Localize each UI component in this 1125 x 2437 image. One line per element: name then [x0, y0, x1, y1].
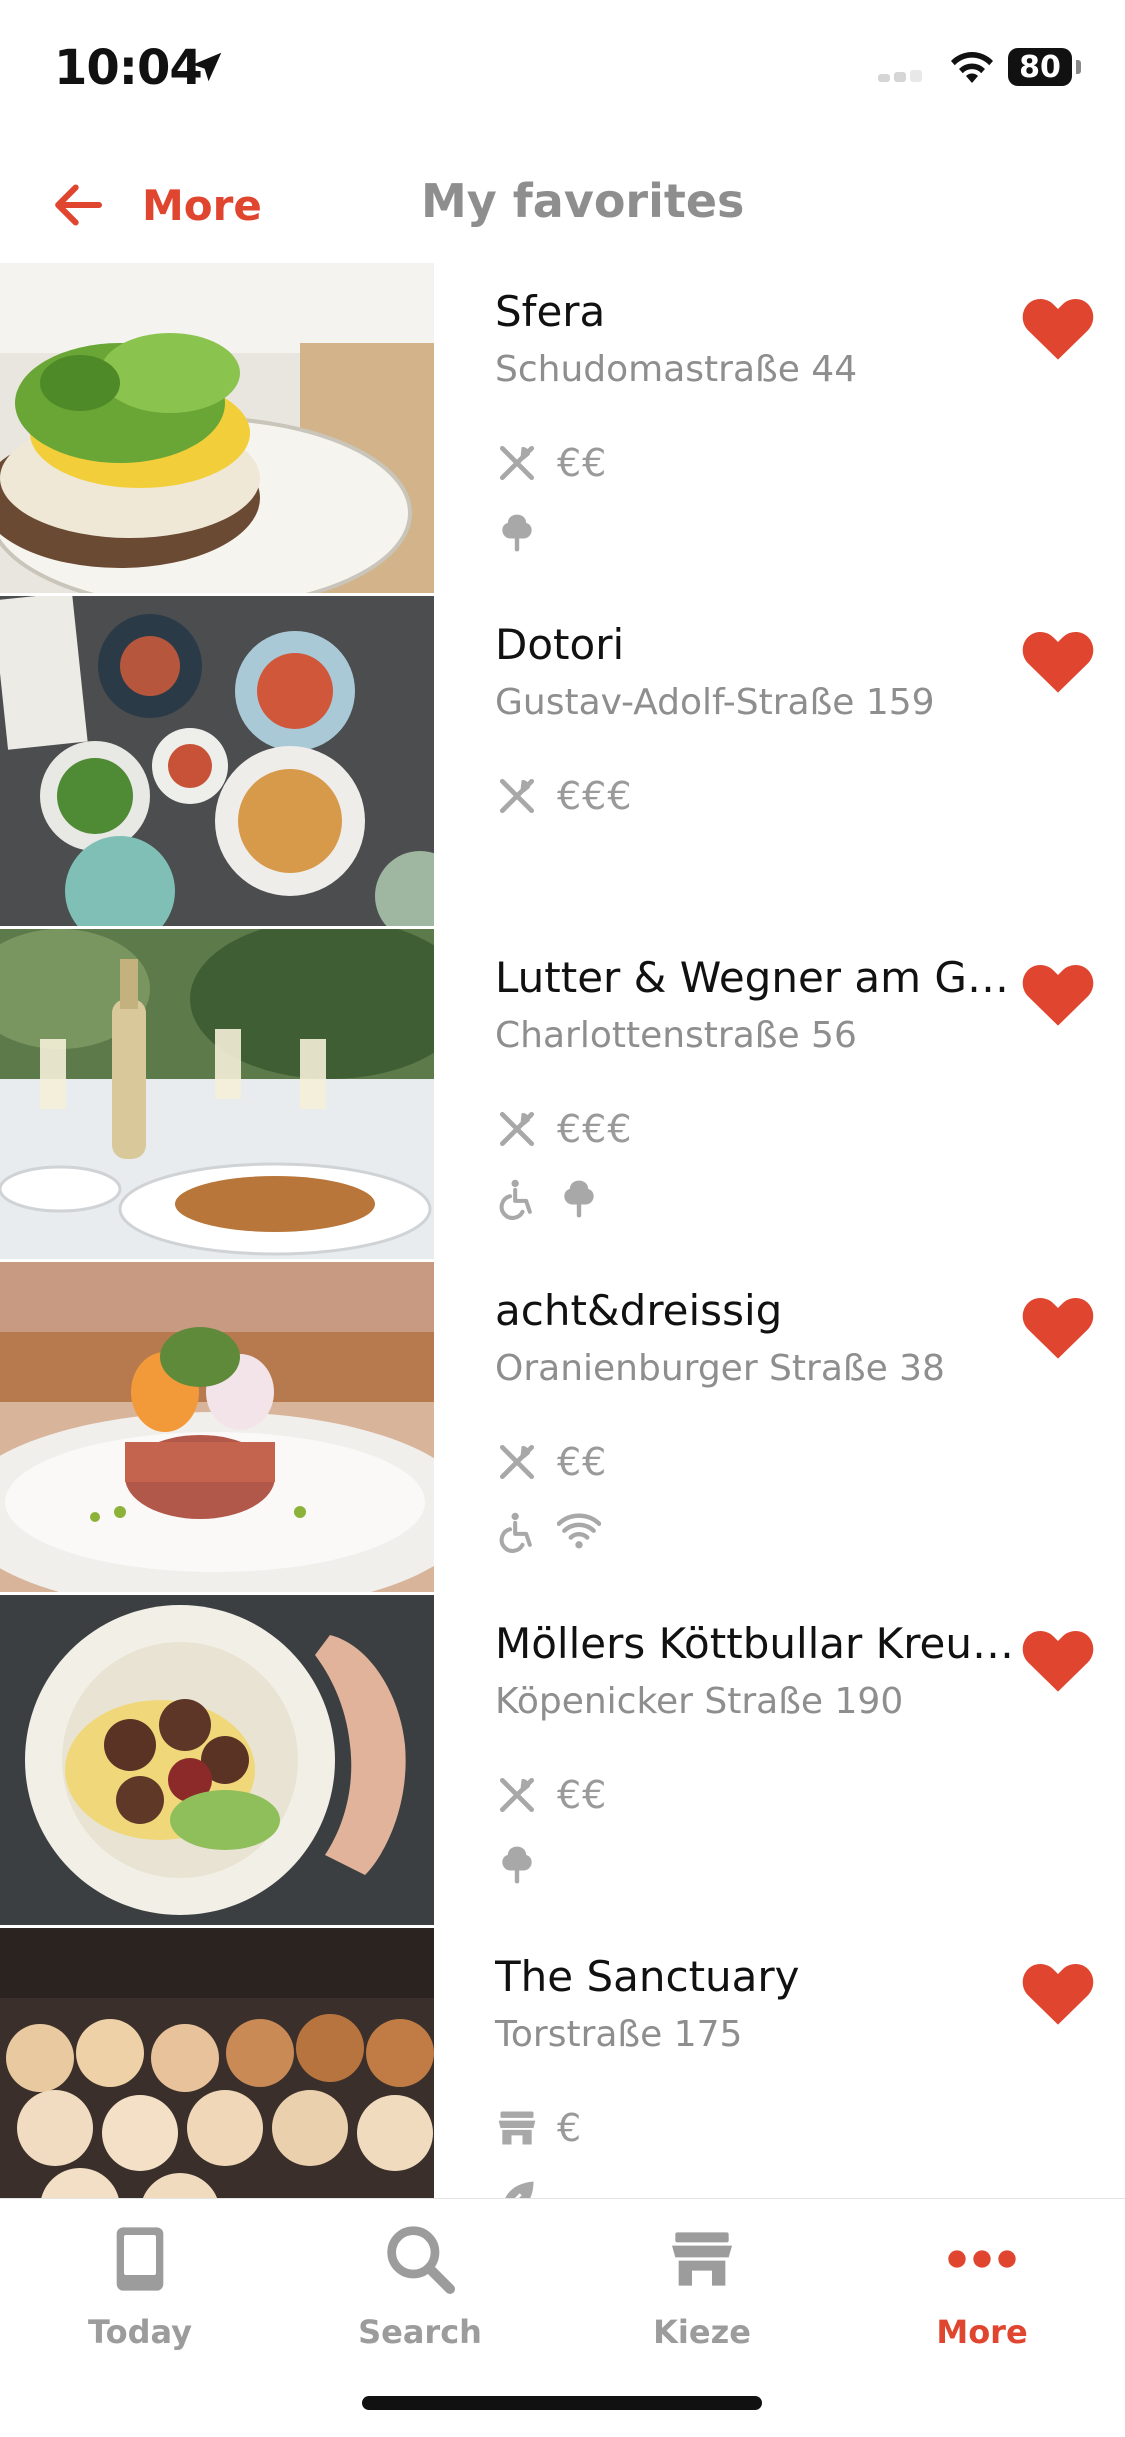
- tab-more[interactable]: More: [882, 2219, 1082, 2369]
- store-icon: [672, 2232, 732, 2286]
- tree-icon: [495, 511, 539, 555]
- restaurant-address: Oranienburger Straße 38: [495, 1348, 945, 1389]
- home-indicator: [362, 2396, 762, 2410]
- amenity-icons: [495, 2176, 539, 2198]
- navigation-bar: More My favorites: [0, 150, 1125, 260]
- location-arrow-icon: [192, 52, 222, 82]
- restaurant-name: Lutter & Wegner am Gen...: [495, 953, 1015, 1002]
- price-level: €€: [557, 441, 608, 485]
- restaurant-meta: €€€: [495, 1107, 633, 1151]
- favorite-heart-icon[interactable]: [1020, 626, 1096, 696]
- status-bar: 10:04 80: [0, 0, 1125, 140]
- book-icon: [116, 2227, 164, 2291]
- restaurant-meta: €: [495, 2106, 582, 2150]
- favorite-item[interactable]: Lutter & Wegner am Gen... Charlottenstra…: [0, 929, 1125, 1262]
- favorite-item[interactable]: acht&dreissig Oranienburger Straße 38 €€: [0, 1262, 1125, 1595]
- restaurant-photo: [0, 263, 434, 593]
- restaurant-address: Charlottenstraße 56: [495, 1015, 857, 1056]
- restaurant-name: Möllers Köttbullar Kreuz...: [495, 1619, 1015, 1668]
- restaurant-meta: €€: [495, 1773, 607, 1817]
- restaurant-address: Torstraße 175: [495, 2014, 743, 2055]
- restaurant-name: Sfera: [495, 287, 606, 336]
- tab-search[interactable]: Search: [320, 2219, 520, 2369]
- wheelchair-icon: [495, 1177, 539, 1221]
- price-level: €€: [557, 1773, 608, 1817]
- back-button-label: More: [142, 180, 262, 230]
- restaurant-photo: [0, 929, 434, 1259]
- battery-level: 80: [1019, 49, 1061, 85]
- favorite-heart-icon[interactable]: [1020, 293, 1096, 363]
- restaurant-meta: €€: [495, 1440, 607, 1484]
- search-icon: [387, 2226, 455, 2294]
- tab-kieze[interactable]: Kieze: [602, 2219, 802, 2369]
- amenity-icons: [495, 511, 539, 555]
- favorite-item[interactable]: The Sanctuary Torstraße 175 €: [0, 1928, 1125, 2198]
- back-arrow-icon: [55, 184, 103, 226]
- price-level: €: [557, 2106, 583, 2150]
- restaurant-icon: [495, 774, 539, 818]
- status-time: 10:04: [54, 40, 203, 96]
- restaurant-photo: [0, 1595, 434, 1925]
- tab-label: Kieze: [653, 2313, 751, 2351]
- restaurant-address: Köpenicker Straße 190: [495, 1681, 904, 1722]
- price-level: €€€: [557, 1107, 633, 1151]
- cellular-signal-icon: [878, 66, 938, 82]
- favorite-item[interactable]: Dotori Gustav-Adolf-Straße 159 €€€: [0, 596, 1125, 929]
- favorite-heart-icon[interactable]: [1020, 1292, 1096, 1362]
- page-title: My favorites: [421, 174, 745, 228]
- battery-indicator: 80: [1008, 48, 1081, 86]
- favorites-list[interactable]: Sfera Schudomastraße 44 €€ Dotori Gustav…: [0, 263, 1125, 2198]
- tree-icon: [495, 1843, 539, 1887]
- restaurant-name: Dotori: [495, 620, 625, 669]
- restaurant-meta: €€€: [495, 774, 633, 818]
- tab-label: Today: [88, 2313, 192, 2351]
- restaurant-icon: [495, 441, 539, 485]
- wifi-status-icon: [951, 52, 993, 83]
- amenity-icons: [495, 1843, 539, 1887]
- restaurant-meta: €€: [495, 441, 607, 485]
- tab-label: Search: [358, 2313, 482, 2351]
- amenity-icons: [495, 1177, 601, 1221]
- wheelchair-icon: [495, 1510, 539, 1554]
- price-level: €€€: [557, 774, 633, 818]
- restaurant-photo: [0, 596, 434, 926]
- leaf-icon: [495, 2176, 539, 2198]
- favorite-heart-icon[interactable]: [1020, 1958, 1096, 2028]
- restaurant-icon: [495, 1107, 539, 1151]
- restaurant-icon: [495, 1440, 539, 1484]
- wifi-icon: [557, 1510, 601, 1554]
- restaurant-address: Gustav-Adolf-Straße 159: [495, 682, 935, 723]
- favorite-item[interactable]: Möllers Köttbullar Kreuz... Köpenicker S…: [0, 1595, 1125, 1928]
- price-level: €€: [557, 1440, 608, 1484]
- restaurant-name: The Sanctuary: [495, 1952, 800, 2001]
- more-icon: [948, 2250, 1016, 2268]
- restaurant-icon: [495, 1773, 539, 1817]
- favorite-heart-icon[interactable]: [1020, 1625, 1096, 1695]
- restaurant-photo: [0, 1262, 434, 1592]
- restaurant-address: Schudomastraße 44: [495, 349, 858, 390]
- amenity-icons: [495, 1510, 601, 1554]
- favorite-item[interactable]: Sfera Schudomastraße 44 €€: [0, 263, 1125, 596]
- tab-label: More: [936, 2313, 1028, 2351]
- restaurant-photo: [0, 1928, 434, 2198]
- favorite-heart-icon[interactable]: [1020, 959, 1096, 1029]
- tab-today[interactable]: Today: [40, 2219, 240, 2369]
- back-button[interactable]: More: [50, 170, 262, 240]
- store-icon: [495, 2106, 539, 2150]
- restaurant-name: acht&dreissig: [495, 1286, 783, 1335]
- tree-icon: [557, 1177, 601, 1221]
